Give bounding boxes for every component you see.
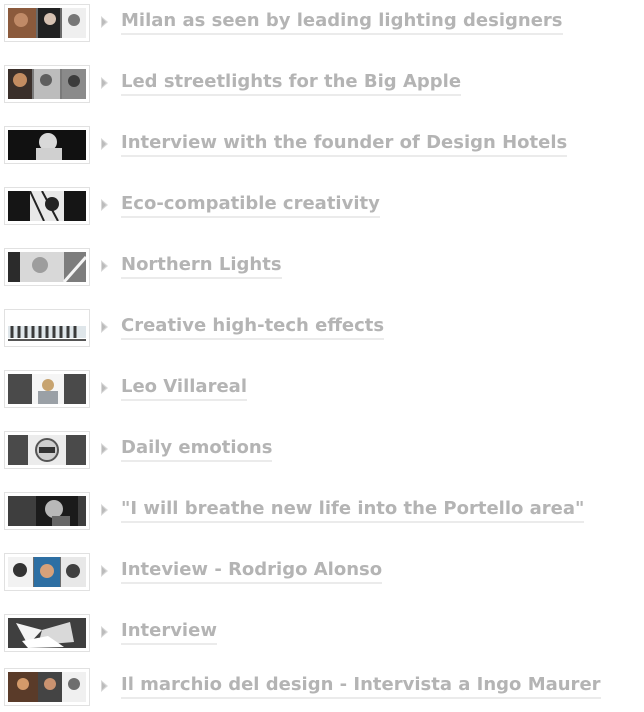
arrow-right-icon [101,77,108,89]
arrow-right-icon [101,199,108,211]
article-item[interactable]: Interview [0,610,644,658]
portraits-thumbnail [8,8,86,38]
article-item[interactable]: Northern Lights [0,244,644,292]
article-link[interactable]: Eco-compatible creativity [121,193,380,218]
arrow-right-icon [101,382,108,394]
portrait-thumbnail [8,130,86,160]
article-link[interactable]: Northern Lights [121,254,282,279]
article-thumbnail[interactable] [4,668,90,706]
arrow-right-icon [101,138,108,150]
article-link[interactable]: Inteview - Rodrigo Alonso [121,559,383,584]
article-link[interactable]: Il marchio del design - Intervista a Ing… [121,674,601,699]
article-item[interactable]: Creative high-tech effects [0,305,644,353]
portrait-thumbnail [8,374,86,404]
article-thumbnail[interactable] [4,492,90,530]
pattern-thumbnail [8,313,86,343]
article-item[interactable]: Leo Villareal [0,366,644,414]
arrow-right-icon [101,321,108,333]
article-item[interactable]: Il marchio del design - Intervista a Ing… [0,664,644,712]
portrait-thumbnail [8,496,86,526]
article-item[interactable]: Inteview - Rodrigo Alonso [0,549,644,597]
arrow-right-icon [101,16,108,28]
arrow-right-icon [101,680,108,692]
portrait-thumbnail [8,252,86,282]
article-link[interactable]: Interview with the founder of Design Hot… [121,132,568,157]
article-thumbnail[interactable] [4,4,90,42]
article-thumbnail[interactable] [4,65,90,103]
article-link[interactable]: Milan as seen by leading lighting design… [121,10,563,35]
article-link[interactable]: "I will breathe new life into the Portel… [121,498,585,523]
article-item[interactable]: Milan as seen by leading lighting design… [0,0,644,48]
article-list: Milan as seen by leading lighting design… [0,0,644,709]
article-link[interactable]: Creative high-tech effects [121,315,385,340]
article-link[interactable]: Daily emotions [121,437,273,462]
article-thumbnail[interactable] [4,309,90,347]
arrow-right-icon [101,504,108,516]
article-item[interactable]: Interview with the founder of Design Hot… [0,122,644,170]
arrow-right-icon [101,260,108,272]
arrow-right-icon [101,443,108,455]
lighting-object-thumbnail [8,618,86,648]
article-item[interactable]: Eco-compatible creativity [0,183,644,231]
article-thumbnail[interactable] [4,370,90,408]
book-cover-thumbnail [8,435,86,465]
portraits-thumbnail [8,69,86,99]
article-link[interactable]: Led streetlights for the Big Apple [121,71,462,96]
portrait-thumbnail [8,191,86,221]
article-item[interactable]: "I will breathe new life into the Portel… [0,488,644,536]
article-thumbnail[interactable] [4,187,90,225]
article-link[interactable]: Interview [121,620,217,645]
portraits-thumbnail [8,557,86,587]
article-item[interactable]: Led streetlights for the Big Apple [0,61,644,109]
article-thumbnail[interactable] [4,553,90,591]
article-thumbnail[interactable] [4,248,90,286]
article-thumbnail[interactable] [4,614,90,652]
article-link[interactable]: Leo Villareal [121,376,247,401]
article-item[interactable]: Daily emotions [0,427,644,475]
arrow-right-icon [101,626,108,638]
arrow-right-icon [101,565,108,577]
article-thumbnail[interactable] [4,431,90,469]
portraits-thumbnail [8,672,86,702]
article-thumbnail[interactable] [4,126,90,164]
